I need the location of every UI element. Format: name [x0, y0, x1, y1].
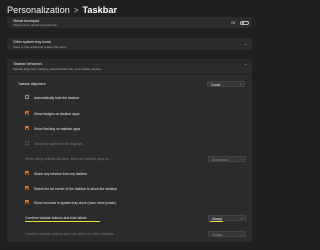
- virtual-touchpad-toggle[interactable]: [240, 20, 249, 25]
- far-corner-label: Select the far corner of the taskbar to …: [34, 186, 118, 191]
- badges-checkbox[interactable]: [25, 111, 30, 116]
- combine-other-dropdown[interactable]: Always ⌄: [208, 230, 246, 237]
- chevron-down-icon: ⌄: [239, 82, 242, 87]
- flashing-label: Show flashing on taskbar apps: [34, 126, 81, 131]
- other-tray-icons-card[interactable]: Other system tray icons Show or hide add…: [7, 38, 252, 50]
- autohide-checkbox[interactable]: [25, 95, 30, 100]
- virtual-touchpad-title: Virtual touchpad: [13, 18, 39, 23]
- far-corner-checkbox[interactable]: [25, 186, 30, 191]
- taskbar-alignment-value: Center: [211, 82, 221, 87]
- taskbar-alignment-dropdown[interactable]: Center ⌄: [207, 80, 245, 87]
- chevron-down-icon: ⌄: [240, 157, 243, 162]
- combine-other-label: Combine taskbar buttons and hide labels …: [25, 232, 114, 236]
- share-window-label: Share any window from my taskbar: [34, 171, 87, 176]
- chevron-down-icon: ⌄: [244, 41, 248, 46]
- highlight-underline: [25, 220, 100, 222]
- multi-display-dropdown[interactable]: All taskbars ⌄: [208, 155, 246, 162]
- virtual-touchpad-toggle-state: Off: [231, 20, 236, 25]
- seconds-label: Show seconds in system tray clock (uses …: [34, 200, 116, 205]
- taskbar-behaviors-title: Taskbar behaviors: [13, 62, 43, 66]
- virtual-touchpad-subtitle: Always show virtual touchpad icon: [13, 23, 58, 27]
- breadcrumb: Personalization > Taskbar: [7, 3, 117, 17]
- breadcrumb-personalization[interactable]: Personalization: [7, 5, 70, 15]
- chevron-down-icon: ⌄: [240, 216, 243, 221]
- flashing-checkbox[interactable]: [25, 126, 30, 131]
- all-displays-label: Show my taskbar on all displays: [34, 141, 83, 146]
- chevron-right-icon: >: [73, 5, 79, 15]
- combine-other-value: Always: [212, 232, 223, 237]
- page-title: Taskbar: [82, 5, 118, 15]
- other-tray-icons-title: Other system tray icons: [13, 40, 51, 44]
- seconds-checkbox[interactable]: [25, 200, 30, 205]
- taskbar-behaviors-subtitle: Taskbar alignment, badging, automaticall…: [13, 66, 102, 71]
- chevron-up-icon: ⌃: [244, 63, 248, 68]
- virtual-touchpad-card: Virtual touchpad Always show virtual tou…: [7, 17, 252, 28]
- share-window-checkbox[interactable]: [25, 171, 30, 176]
- highlight-underline: [210, 220, 223, 222]
- other-tray-icons-subtitle: Show or hide additional system tray icon…: [13, 44, 67, 49]
- multi-display-label: When using multiple displays, show my ta…: [25, 157, 110, 161]
- all-displays-checkbox[interactable]: [25, 141, 30, 146]
- chevron-down-icon: ⌄: [240, 232, 243, 237]
- taskbar-behaviors-card[interactable]: Taskbar behaviors Taskbar alignment, bad…: [7, 59, 252, 74]
- combine-label: Combine taskbar buttons and hide labels: [25, 216, 87, 220]
- taskbar-alignment-label: Taskbar alignment: [18, 82, 46, 86]
- badges-label: Show badges on taskbar apps: [34, 111, 80, 116]
- autohide-label: Automatically hide the taskbar: [34, 95, 80, 100]
- multi-display-value: All taskbars: [212, 157, 229, 162]
- settings-page: Personalization > Taskbar Virtual touchp…: [0, 0, 257, 250]
